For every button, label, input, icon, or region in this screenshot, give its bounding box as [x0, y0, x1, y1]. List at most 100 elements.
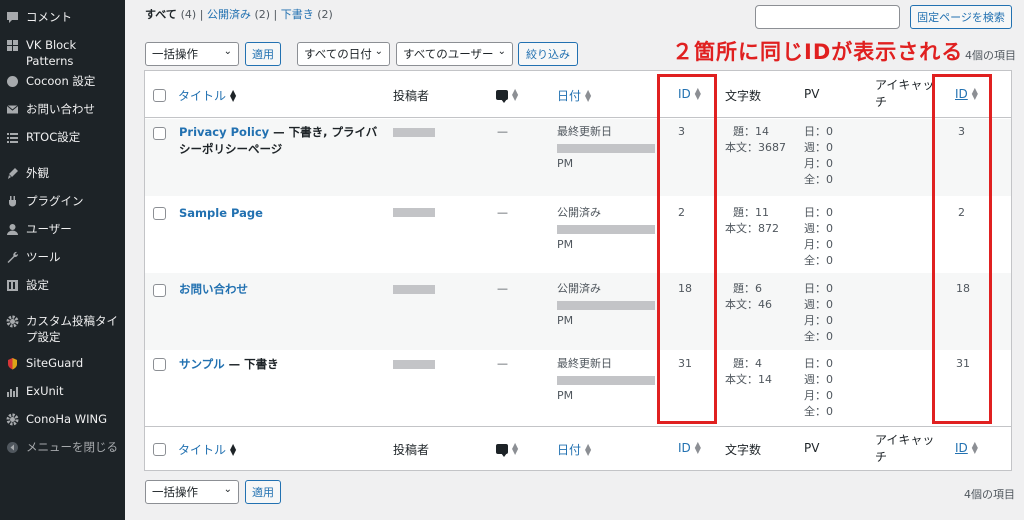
search-input[interactable]	[755, 5, 900, 29]
row-title: Privacy Policy — 下書き, プライバシーポリシーページ	[179, 124, 379, 158]
comment-icon	[496, 444, 508, 457]
column-title[interactable]: タイトル ▲ ▼	[178, 87, 236, 104]
column-id-2-footer[interactable]: ID ▲ ▼	[955, 441, 978, 456]
filter-button[interactable]: 絞り込み	[518, 42, 578, 66]
pv-total: 全：0	[804, 330, 833, 343]
column-id-label: ID	[678, 441, 691, 455]
column-comments-footer[interactable]: ▲ ▼	[496, 442, 518, 457]
highlight-box-id-column-2	[932, 74, 992, 424]
redacted-author	[393, 128, 435, 137]
date-time: PM	[557, 157, 574, 170]
pv-day: 日：0	[804, 357, 833, 370]
column-comments[interactable]: ▲ ▼	[496, 87, 519, 103]
chart-icon	[5, 384, 19, 398]
sidebar-item-label: 設定	[26, 278, 49, 292]
page-title-link[interactable]: お問い合わせ	[179, 282, 248, 296]
row-title: お問い合わせ	[179, 281, 379, 298]
sidebar-item-exunit[interactable]: ExUnit	[0, 383, 125, 399]
sidebar-item-plugins[interactable]: プラグイン	[0, 193, 125, 209]
filter-draft-count: (2)	[317, 8, 333, 21]
page-title-link[interactable]: Sample Page	[179, 206, 263, 220]
sort-icon: ▲ ▼	[585, 87, 592, 103]
pv-total: 全：0	[804, 173, 833, 186]
sidebar-item-vk-block-patterns[interactable]: VK Block Patterns	[0, 37, 125, 69]
sidebar-item-label: お問い合わせ	[26, 102, 95, 116]
filter-published[interactable]: 公開済み (2)	[207, 8, 270, 21]
filter-separator: |	[273, 8, 278, 21]
sidebar-item-users[interactable]: ユーザー	[0, 221, 125, 237]
table-row: お問い合わせ — 公開済み PM 18 題：6 本文：46 日：0 週：0 月：…	[145, 273, 1011, 350]
row-checkbox[interactable]	[153, 284, 166, 297]
sidebar-collapse-menu[interactable]: メニューを閉じる	[0, 439, 125, 455]
pv-total: 全：0	[804, 254, 833, 267]
table-row: Privacy Policy — 下書き, プライバシーポリシーページ — 最終…	[145, 119, 1011, 196]
filter-draft[interactable]: 下書き (2)	[281, 8, 333, 21]
chars-body: 本文：872	[725, 222, 779, 235]
row-checkbox[interactable]	[153, 358, 166, 371]
search-pages-button[interactable]: 固定ページを検索	[910, 5, 1012, 29]
select-all-checkbox[interactable]	[153, 89, 166, 102]
sidebar-item-label: コメント	[26, 10, 72, 24]
chars-title: 題：4	[733, 357, 762, 370]
apply-button-bottom[interactable]: 適用	[245, 480, 281, 504]
sidebar-item-label: メニューを閉じる	[26, 440, 118, 454]
sort-icon: ▲ ▼	[512, 87, 519, 102]
chars-body: 本文：46	[725, 298, 772, 311]
sidebar-item-label: Cocoon 設定	[26, 74, 96, 88]
pv-day: 日：0	[804, 206, 833, 219]
chars-body: 本文：14	[725, 373, 772, 386]
sidebar-item-cocoon[interactable]: Cocoon 設定	[0, 73, 125, 89]
list-icon	[5, 130, 19, 144]
sidebar-item-siteguard[interactable]: SiteGuard	[0, 355, 125, 371]
date-filter-select[interactable]: すべての日付 ⌄	[297, 42, 390, 66]
column-author: 投稿者	[393, 89, 430, 103]
row-checkbox[interactable]	[153, 207, 166, 220]
sidebar-item-label: SiteGuard	[26, 356, 84, 370]
comment-icon	[5, 10, 19, 24]
column-chars: 文字数	[725, 89, 762, 103]
sort-icon: ▲ ▼	[230, 87, 237, 103]
column-date[interactable]: 日付 ▲ ▼	[557, 87, 591, 104]
column-chars-footer: 文字数	[725, 443, 762, 457]
select-all-checkbox-footer[interactable]	[153, 443, 166, 456]
page-title-link[interactable]: サンプル	[179, 357, 225, 371]
sidebar-item-rtoc[interactable]: RTOC設定	[0, 129, 125, 145]
column-date-label: 日付	[557, 89, 582, 103]
column-id-footer[interactable]: ID ▲ ▼	[678, 441, 701, 456]
table-header: タイトル ▲ ▼ 投稿者 ▲ ▼ 日付 ▲ ▼ ID ▲ ▼ 文字数 PV アイキャッチ…	[145, 71, 1011, 118]
mail-icon	[5, 102, 19, 116]
sidebar-item-custom-post-types[interactable]: カスタム投稿タイプ設定	[0, 313, 125, 345]
column-pv-footer: PV	[804, 441, 820, 455]
chevron-down-icon: ⌄	[223, 46, 232, 57]
comment-count: —	[497, 357, 508, 370]
bulk-action-select-bottom[interactable]: 一括操作 ⌄	[145, 480, 239, 504]
column-title-label: タイトル	[178, 89, 227, 103]
sidebar-item-contact[interactable]: お問い合わせ	[0, 101, 125, 117]
comment-count: —	[497, 282, 508, 295]
sidebar-item-appearance[interactable]: 外観	[0, 165, 125, 181]
page-title-link[interactable]: Privacy Policy	[179, 125, 269, 139]
pv-month: 月：0	[804, 238, 833, 251]
sidebar-item-settings[interactable]: 設定	[0, 277, 125, 293]
user-filter-select[interactable]: すべてのユーザー ⌄	[396, 42, 513, 66]
filter-all[interactable]: すべて (4)	[145, 8, 196, 21]
filter-draft-label: 下書き	[280, 8, 314, 21]
filter-separator: |	[199, 8, 204, 21]
sidebar-item-label: RTOC設定	[26, 130, 81, 144]
apply-button[interactable]: 適用	[245, 42, 281, 66]
sidebar-item-tools[interactable]: ツール	[0, 249, 125, 265]
column-author-footer: 投稿者	[393, 443, 430, 457]
row-checkbox[interactable]	[153, 127, 166, 140]
page-state: — 下書き	[224, 357, 279, 371]
sidebar-item-conoha-wing[interactable]: ConoHa WING	[0, 411, 125, 427]
pv-month: 月：0	[804, 389, 833, 402]
grid-icon	[5, 38, 19, 52]
column-date-footer[interactable]: 日付 ▲ ▼	[557, 441, 591, 458]
column-title-footer[interactable]: タイトル ▲ ▼	[178, 441, 236, 458]
items-count-top: 4個の項目	[965, 49, 1016, 62]
bulk-action-select[interactable]: 一括操作 ⌄	[145, 42, 239, 66]
sidebar-item-label: ConoHa WING	[26, 412, 108, 426]
sidebar-item-comments[interactable]: コメント	[0, 9, 125, 25]
table-row: Sample Page — 公開済み PM 2 題：11 本文：872 日：0 …	[145, 196, 1011, 273]
pv-day: 日：0	[804, 125, 833, 138]
